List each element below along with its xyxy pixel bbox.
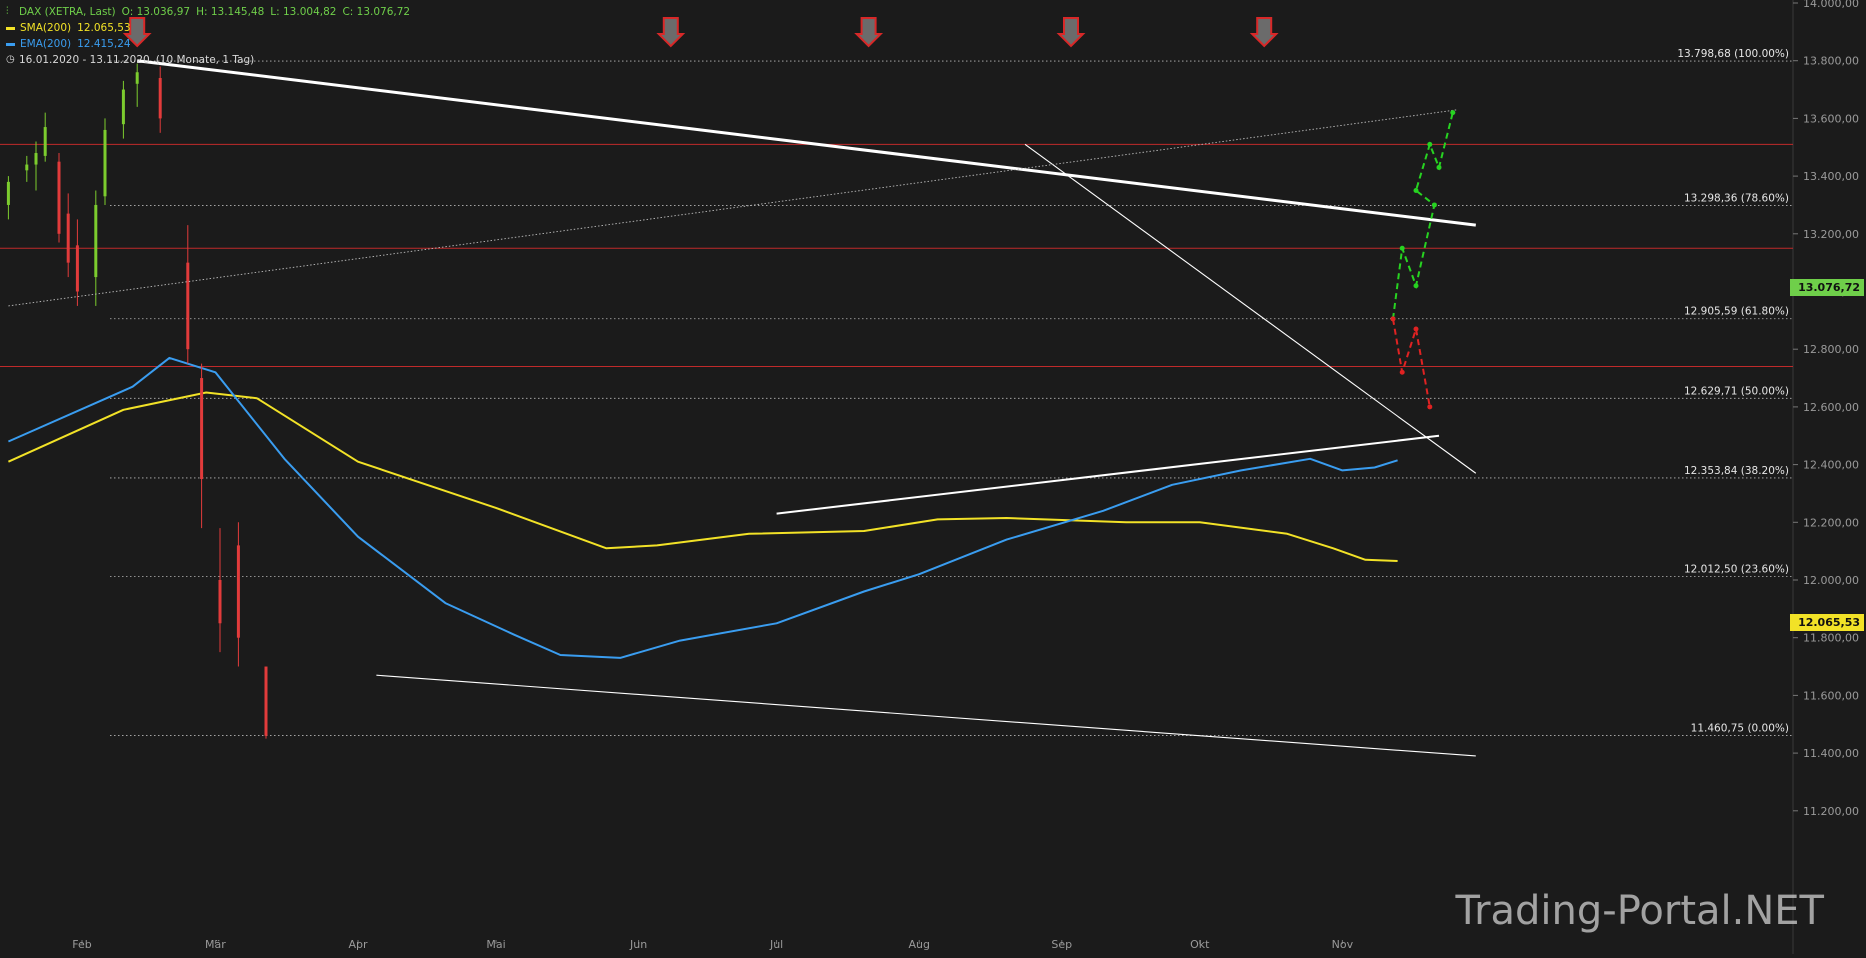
projection-dot bbox=[1413, 188, 1419, 194]
y-tick-label: 11.200,00 bbox=[1803, 805, 1859, 818]
legend-range: 16.01.2020 - 13.11.2020 bbox=[19, 54, 150, 66]
y-tick-label: 12.600,00 bbox=[1803, 401, 1859, 414]
fibonacci-label: 12.012,50 (23.60%) bbox=[1684, 563, 1789, 575]
x-tick-label: Okt bbox=[1190, 938, 1210, 951]
projection-dot bbox=[1399, 369, 1405, 375]
x-tick-label: Jun bbox=[629, 938, 647, 951]
y-tick-label: 12.000,00 bbox=[1803, 574, 1859, 587]
candle-body bbox=[121, 89, 125, 125]
fibonacci-label: 13.798,68 (100.00%) bbox=[1677, 48, 1789, 60]
projection-dot bbox=[1431, 202, 1437, 208]
legend-ema-row[interactable]: EMA(200) 12.415,24 bbox=[6, 36, 410, 52]
y-tick-label: 12.200,00 bbox=[1803, 516, 1859, 529]
sma-price-tag: 12.065,53 bbox=[1790, 614, 1864, 631]
candle-body bbox=[200, 378, 204, 480]
projection-dot bbox=[1390, 316, 1396, 322]
projection-dot bbox=[1427, 404, 1433, 410]
x-tick-label: Sep bbox=[1051, 938, 1072, 951]
x-tick-label: Apr bbox=[348, 938, 368, 951]
ema-swatch-icon bbox=[6, 42, 15, 46]
candle-body bbox=[94, 204, 98, 278]
legend-close: C: 13.076,72 bbox=[342, 6, 411, 18]
fibonacci-label: 13.298,36 (78.60%) bbox=[1684, 192, 1789, 204]
candle-body bbox=[34, 153, 38, 165]
projection-dot bbox=[1399, 245, 1405, 251]
legend-sma-row[interactable]: SMA(200) 12.065,53 bbox=[6, 20, 410, 36]
fibonacci-label: 12.353,84 (38.20%) bbox=[1684, 465, 1789, 477]
legend-ema-value: 12.415,24 bbox=[77, 38, 131, 50]
legend-ema-label: EMA(200) bbox=[20, 38, 72, 50]
candle-body bbox=[57, 161, 61, 234]
fibonacci-label: 12.905,59 (61.80%) bbox=[1684, 306, 1789, 318]
candlestick-icon: ⫶ bbox=[6, 6, 9, 17]
legend-range-detail: (10 Monate, 1 Tag) bbox=[155, 54, 255, 66]
projection-dot bbox=[1436, 164, 1442, 170]
candle-body bbox=[264, 666, 268, 736]
candle-body bbox=[186, 262, 190, 350]
candle-body bbox=[75, 245, 79, 292]
projection-dot bbox=[1450, 110, 1456, 116]
y-tick-label: 12.800,00 bbox=[1803, 343, 1859, 356]
projection-dot bbox=[1413, 326, 1419, 332]
x-tick-label: Feb bbox=[72, 938, 91, 951]
x-tick-label: Jul bbox=[769, 938, 783, 951]
y-tick-label: 11.400,00 bbox=[1803, 747, 1859, 760]
legend-sma-label: SMA(200) bbox=[20, 22, 72, 34]
legend-range-row: ◷ 16.01.2020 - 13.11.2020 (10 Monate, 1 … bbox=[6, 52, 410, 68]
legend-low: L: 13.004,82 bbox=[270, 6, 337, 18]
legend-high: H: 13.145,48 bbox=[196, 6, 265, 18]
x-tick-label: Nov bbox=[1332, 938, 1354, 951]
x-tick-label: Mär bbox=[205, 938, 226, 951]
candle-body bbox=[135, 72, 139, 84]
y-tick-label: 14.000,00 bbox=[1803, 0, 1859, 10]
legend-sma-value: 12.065,53 bbox=[77, 22, 131, 34]
clock-icon: ◷ bbox=[6, 54, 15, 65]
candle-body bbox=[158, 78, 162, 119]
chart-legend: ⫶ DAX (XETRA, Last) O: 13.036,97 H: 13.1… bbox=[6, 4, 410, 68]
projection-dot bbox=[1413, 283, 1419, 289]
candle-body bbox=[25, 164, 29, 171]
legend-ohlc-row: ⫶ DAX (XETRA, Last) O: 13.036,97 H: 13.1… bbox=[6, 4, 410, 20]
projection-dot bbox=[1427, 141, 1433, 147]
candle-body bbox=[218, 580, 222, 624]
candle-body bbox=[66, 213, 70, 263]
candle-body bbox=[103, 129, 107, 197]
plot-background bbox=[0, 0, 1866, 954]
fibonacci-label: 12.629,71 (50.00%) bbox=[1684, 385, 1789, 397]
watermark-logo: Trading-Portal.NET bbox=[1455, 888, 1824, 934]
y-tick-label: 13.800,00 bbox=[1803, 55, 1859, 68]
y-tick-label: 13.600,00 bbox=[1803, 112, 1859, 125]
fibonacci-label: 11.460,75 (0.00%) bbox=[1691, 723, 1789, 735]
x-tick-label: Mai bbox=[486, 938, 505, 951]
legend-instrument: DAX (XETRA, Last) bbox=[19, 6, 116, 18]
candle-body bbox=[6, 181, 10, 205]
y-tick-label: 12.400,00 bbox=[1803, 459, 1859, 472]
candle-body bbox=[236, 545, 240, 638]
y-tick-label: 13.200,00 bbox=[1803, 228, 1859, 241]
y-tick-label: 11.600,00 bbox=[1803, 689, 1859, 702]
y-tick-label: 13.400,00 bbox=[1803, 170, 1859, 183]
sma-swatch-icon bbox=[6, 26, 15, 30]
candle-body bbox=[43, 127, 47, 156]
dax-chart[interactable]: 11.200,00 11.400,00 11.600,00 11.800,00 12.0… bbox=[0, 0, 1866, 954]
x-tick-label: Aug bbox=[908, 938, 929, 951]
last-price-tag: 13.076,72 bbox=[1790, 279, 1864, 296]
chart-canvas[interactable]: 11.200,0011.400,0011.600,0011.800,0012.0… bbox=[0, 0, 1866, 954]
y-tick-label: 11.800,00 bbox=[1803, 632, 1859, 645]
legend-open: O: 13.036,97 bbox=[121, 6, 191, 18]
